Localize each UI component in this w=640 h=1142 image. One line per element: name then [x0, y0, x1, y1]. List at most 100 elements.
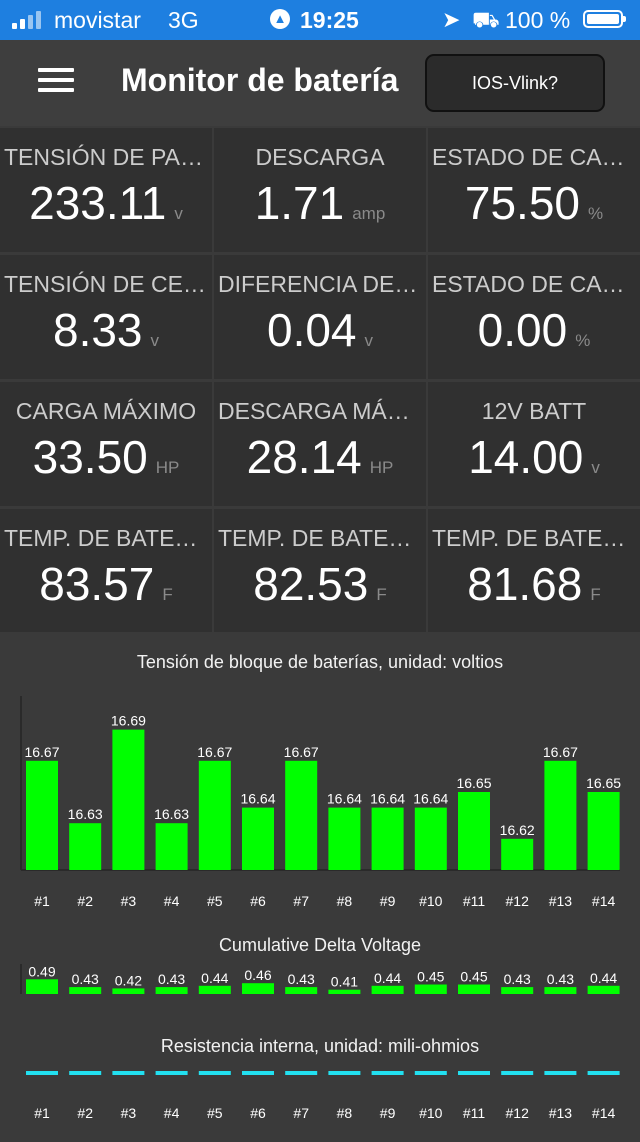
- x-tick-label: #1: [34, 893, 50, 909]
- metric-unit: F: [376, 585, 387, 604]
- x-tick-label: #7: [293, 893, 309, 909]
- metric-label: 12V BATT: [481, 398, 587, 424]
- voltage-data-label: 16.64: [240, 791, 275, 807]
- metric-value: 1.71: [254, 177, 345, 229]
- delta-data-label: 0.44: [201, 970, 228, 986]
- battery-percent: 100 %: [505, 7, 571, 33]
- metric-tile: ESTADO DE CARGA 75.50%: [428, 128, 640, 252]
- x-tick-label: #13: [549, 1105, 573, 1121]
- page-title: Monitor de batería: [121, 62, 399, 98]
- voltage-bar: [328, 807, 361, 870]
- delta-voltage-chart: 0.49 0.43 0.42 0.43 0.44 0.46 0.43 0.41 0.44 0.45…: [20, 963, 620, 994]
- voltage-data-label: 16.64: [327, 791, 362, 807]
- metric-value-row: 81.68 F: [428, 557, 640, 611]
- resistance-bar: [285, 1071, 318, 1075]
- resistance-bar: [112, 1071, 145, 1075]
- x-tick-label: #6: [250, 1105, 266, 1121]
- resistance-bar: [501, 1071, 534, 1075]
- delta-bar: [198, 985, 231, 994]
- voltage-data-label: 16.67: [284, 744, 319, 760]
- metric-label: CARGA MÁXIMO: [15, 398, 197, 424]
- metric-tile: TEMP. DE BATERÍA 81.68 F: [428, 509, 640, 633]
- voltage-data-label: 16.65: [586, 775, 621, 791]
- metric-unit: HP: [155, 458, 180, 477]
- x-tick-label: #9: [380, 1105, 396, 1121]
- delta-data-label: 0.43: [288, 971, 315, 987]
- metric-label: DESCARGA: [255, 144, 385, 170]
- x-tick-label: #8: [337, 893, 353, 909]
- x-tick-label: #10: [419, 893, 443, 909]
- voltage-data-label: 16.65: [456, 775, 491, 791]
- voltage-data-label: 16.69: [111, 713, 146, 729]
- metric-value-row: 28.14 HP: [214, 430, 426, 484]
- metric-value-row: 33.50 HP: [0, 430, 212, 484]
- voltage-data-label: 16.67: [24, 744, 59, 760]
- delta-data-label: 0.41: [331, 974, 358, 990]
- carrier-name: movistar: [54, 7, 141, 33]
- network-type: 3G: [168, 7, 199, 33]
- metric-label: TEMP. DE BATERÍA: [4, 525, 208, 551]
- resistance-chart: #1 #2 #3 #4 #5 #6 #7 #8 #9 #10 #11 #12 #13 #14: [26, 1071, 620, 1121]
- delta-data-label: 0.43: [504, 971, 531, 987]
- metric-label: DIFERENCIA DE TENSIÓN: [218, 271, 422, 297]
- metric-value: 233.11: [29, 177, 167, 229]
- x-tick-label: #3: [121, 1105, 137, 1121]
- car-icon: ⛟: [472, 7, 500, 32]
- resistance-bar: [544, 1071, 577, 1075]
- delta-bar: [69, 987, 102, 994]
- metric-value: 14.00: [468, 431, 584, 483]
- voltage-bar: [458, 792, 490, 870]
- delta-data-label: 0.43: [158, 971, 185, 987]
- block-voltage-chart: 16.67 #1 16.63 #2 16.69 #3 16.63 #4 16.67 #5 16.64…: [20, 696, 621, 909]
- x-tick-label: #6: [250, 893, 266, 909]
- metric-value-row: 1.71 amp: [214, 176, 426, 230]
- charts-panel: Tensión de bloque de baterías, unidad: v…: [0, 632, 640, 1136]
- voltage-data-label: 16.63: [68, 806, 103, 822]
- delta-data-label: 0.43: [547, 971, 574, 987]
- resistance-bar: [414, 1071, 447, 1075]
- signal-icon: [12, 9, 41, 29]
- voltage-bar: [285, 760, 318, 870]
- x-tick-label: #10: [419, 1105, 443, 1121]
- metric-value-row: 75.50%: [428, 176, 640, 230]
- resistance-bar: [458, 1071, 490, 1075]
- x-tick-label: #5: [207, 893, 223, 909]
- metric-unit: v: [364, 331, 374, 350]
- voltage-bar: [242, 807, 274, 870]
- delta-bar: [414, 984, 447, 994]
- metric-value-row: 83.57 F: [0, 557, 212, 611]
- resistance-bar: [26, 1071, 58, 1075]
- delta-bar: [544, 987, 577, 994]
- metric-value-row: 82.53 F: [214, 557, 426, 611]
- battery-icon: [583, 10, 626, 28]
- metric-unit: F: [162, 585, 173, 604]
- resistance-bar: [328, 1071, 361, 1075]
- x-tick-label: #2: [77, 893, 93, 909]
- voltage-bar: [587, 792, 620, 870]
- delta-bar: [242, 983, 274, 994]
- metric-value: 28.14: [246, 431, 362, 483]
- delta-bar: [155, 987, 188, 994]
- metric-tile: ESTADO DE CARGA 0.00%: [428, 255, 640, 379]
- delta-data-label: 0.43: [72, 971, 99, 987]
- metric-tile: DESCARGA 1.71 amp: [214, 128, 426, 252]
- resistance-bar: [371, 1071, 404, 1075]
- voltage-bar: [414, 807, 447, 870]
- device-connect-button[interactable]: IOS-Vlink?: [425, 54, 605, 112]
- x-tick-label: #12: [506, 893, 530, 909]
- delta-data-label: 0.45: [460, 969, 487, 985]
- delta-voltage-chart-title: Cumulative Delta Voltage: [218, 935, 422, 955]
- delta-bar: [587, 985, 620, 994]
- metric-unit: v: [150, 331, 160, 350]
- voltage-data-label: 16.67: [543, 744, 578, 760]
- delta-bar: [501, 987, 534, 994]
- metric-value: 75.50: [464, 177, 580, 229]
- metric-unit: v: [174, 204, 183, 223]
- voltage-bar: [69, 823, 102, 870]
- x-tick-label: #7: [293, 1105, 309, 1121]
- metric-tile: DIFERENCIA DE TENSIÓN 0.04 v: [214, 255, 426, 379]
- delta-data-label: 0.44: [590, 970, 617, 986]
- hamburger-menu-icon[interactable]: [38, 68, 74, 96]
- metric-tile: TENSIÓN DE CELDA 8.33 v: [0, 255, 212, 379]
- metric-value: 82.53: [253, 558, 369, 610]
